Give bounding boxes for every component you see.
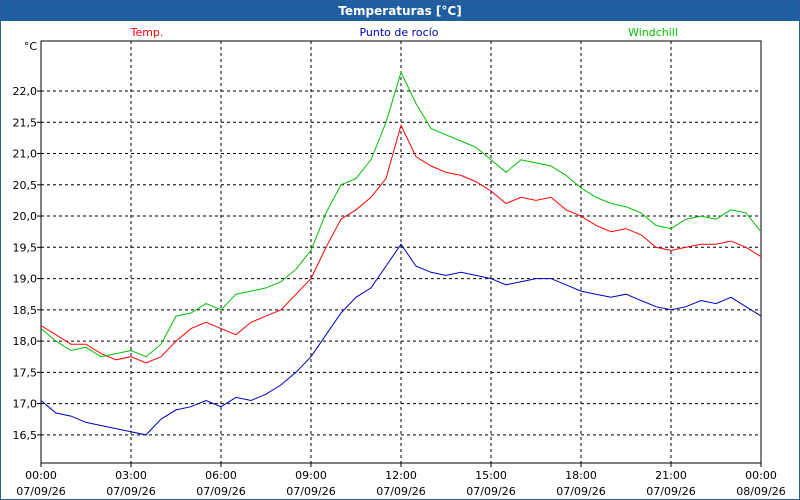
series-line-1 — [40, 243, 762, 436]
x-tick-date: 07/09/26 — [16, 485, 65, 498]
legend-entry: Windchill — [628, 26, 678, 39]
x-tick-time: 03:00 — [115, 469, 147, 482]
x-tick-time: 12:00 — [385, 469, 417, 482]
y-tick-label: 17,5 — [13, 366, 38, 379]
x-tick-time: 18:00 — [565, 469, 597, 482]
y-unit-label: °C — [24, 40, 38, 53]
temperature-chart: 16,5 17,0 17,5 18,0 18,5 19,0 19,5 20,0 20,5 21,0… — [13, 26, 786, 498]
x-tick-date: 07/09/26 — [106, 485, 155, 498]
window-title: Temperaturas [°C] — [1, 1, 799, 21]
chart-window: Temperaturas [°C] 16,5 17,0 17,5 18,0 18,5 19… — [0, 0, 800, 500]
x-tick-date: 07/09/26 — [286, 485, 335, 498]
x-tick-date: 08/09/26 — [736, 485, 785, 498]
y-tick-label: 16,5 — [13, 429, 38, 442]
x-tick-date: 07/09/26 — [556, 485, 605, 498]
y-tick-label: 18,5 — [13, 304, 38, 317]
y-tick-label: 19,5 — [13, 241, 38, 254]
legend-entry: Temp. — [130, 26, 164, 39]
x-tick-date: 07/09/26 — [646, 485, 695, 498]
y-tick-label: 17,0 — [13, 398, 38, 411]
y-tick-label: 22,0 — [13, 85, 38, 98]
x-tick-date: 07/09/26 — [376, 485, 425, 498]
x-tick-time: 09:00 — [295, 469, 327, 482]
x-tick-time: 06:00 — [205, 469, 237, 482]
x-tick-time: 21:00 — [655, 469, 687, 482]
y-tick-label: 20,5 — [13, 179, 38, 192]
y-tick-label: 21,0 — [13, 148, 38, 161]
y-tick-label: 21,5 — [13, 116, 38, 129]
x-tick-date: 07/09/26 — [466, 485, 515, 498]
y-tick-label: 18,0 — [13, 335, 38, 348]
legend-entry: Punto de rocío — [359, 26, 438, 39]
x-tick-date: 07/09/26 — [196, 485, 245, 498]
x-tick-time: 00:00 — [25, 469, 57, 482]
x-tick-time: 15:00 — [475, 469, 507, 482]
y-tick-label: 20,0 — [13, 210, 38, 223]
x-tick-time: 00:00 — [745, 469, 777, 482]
y-tick-label: 19,0 — [13, 273, 38, 286]
